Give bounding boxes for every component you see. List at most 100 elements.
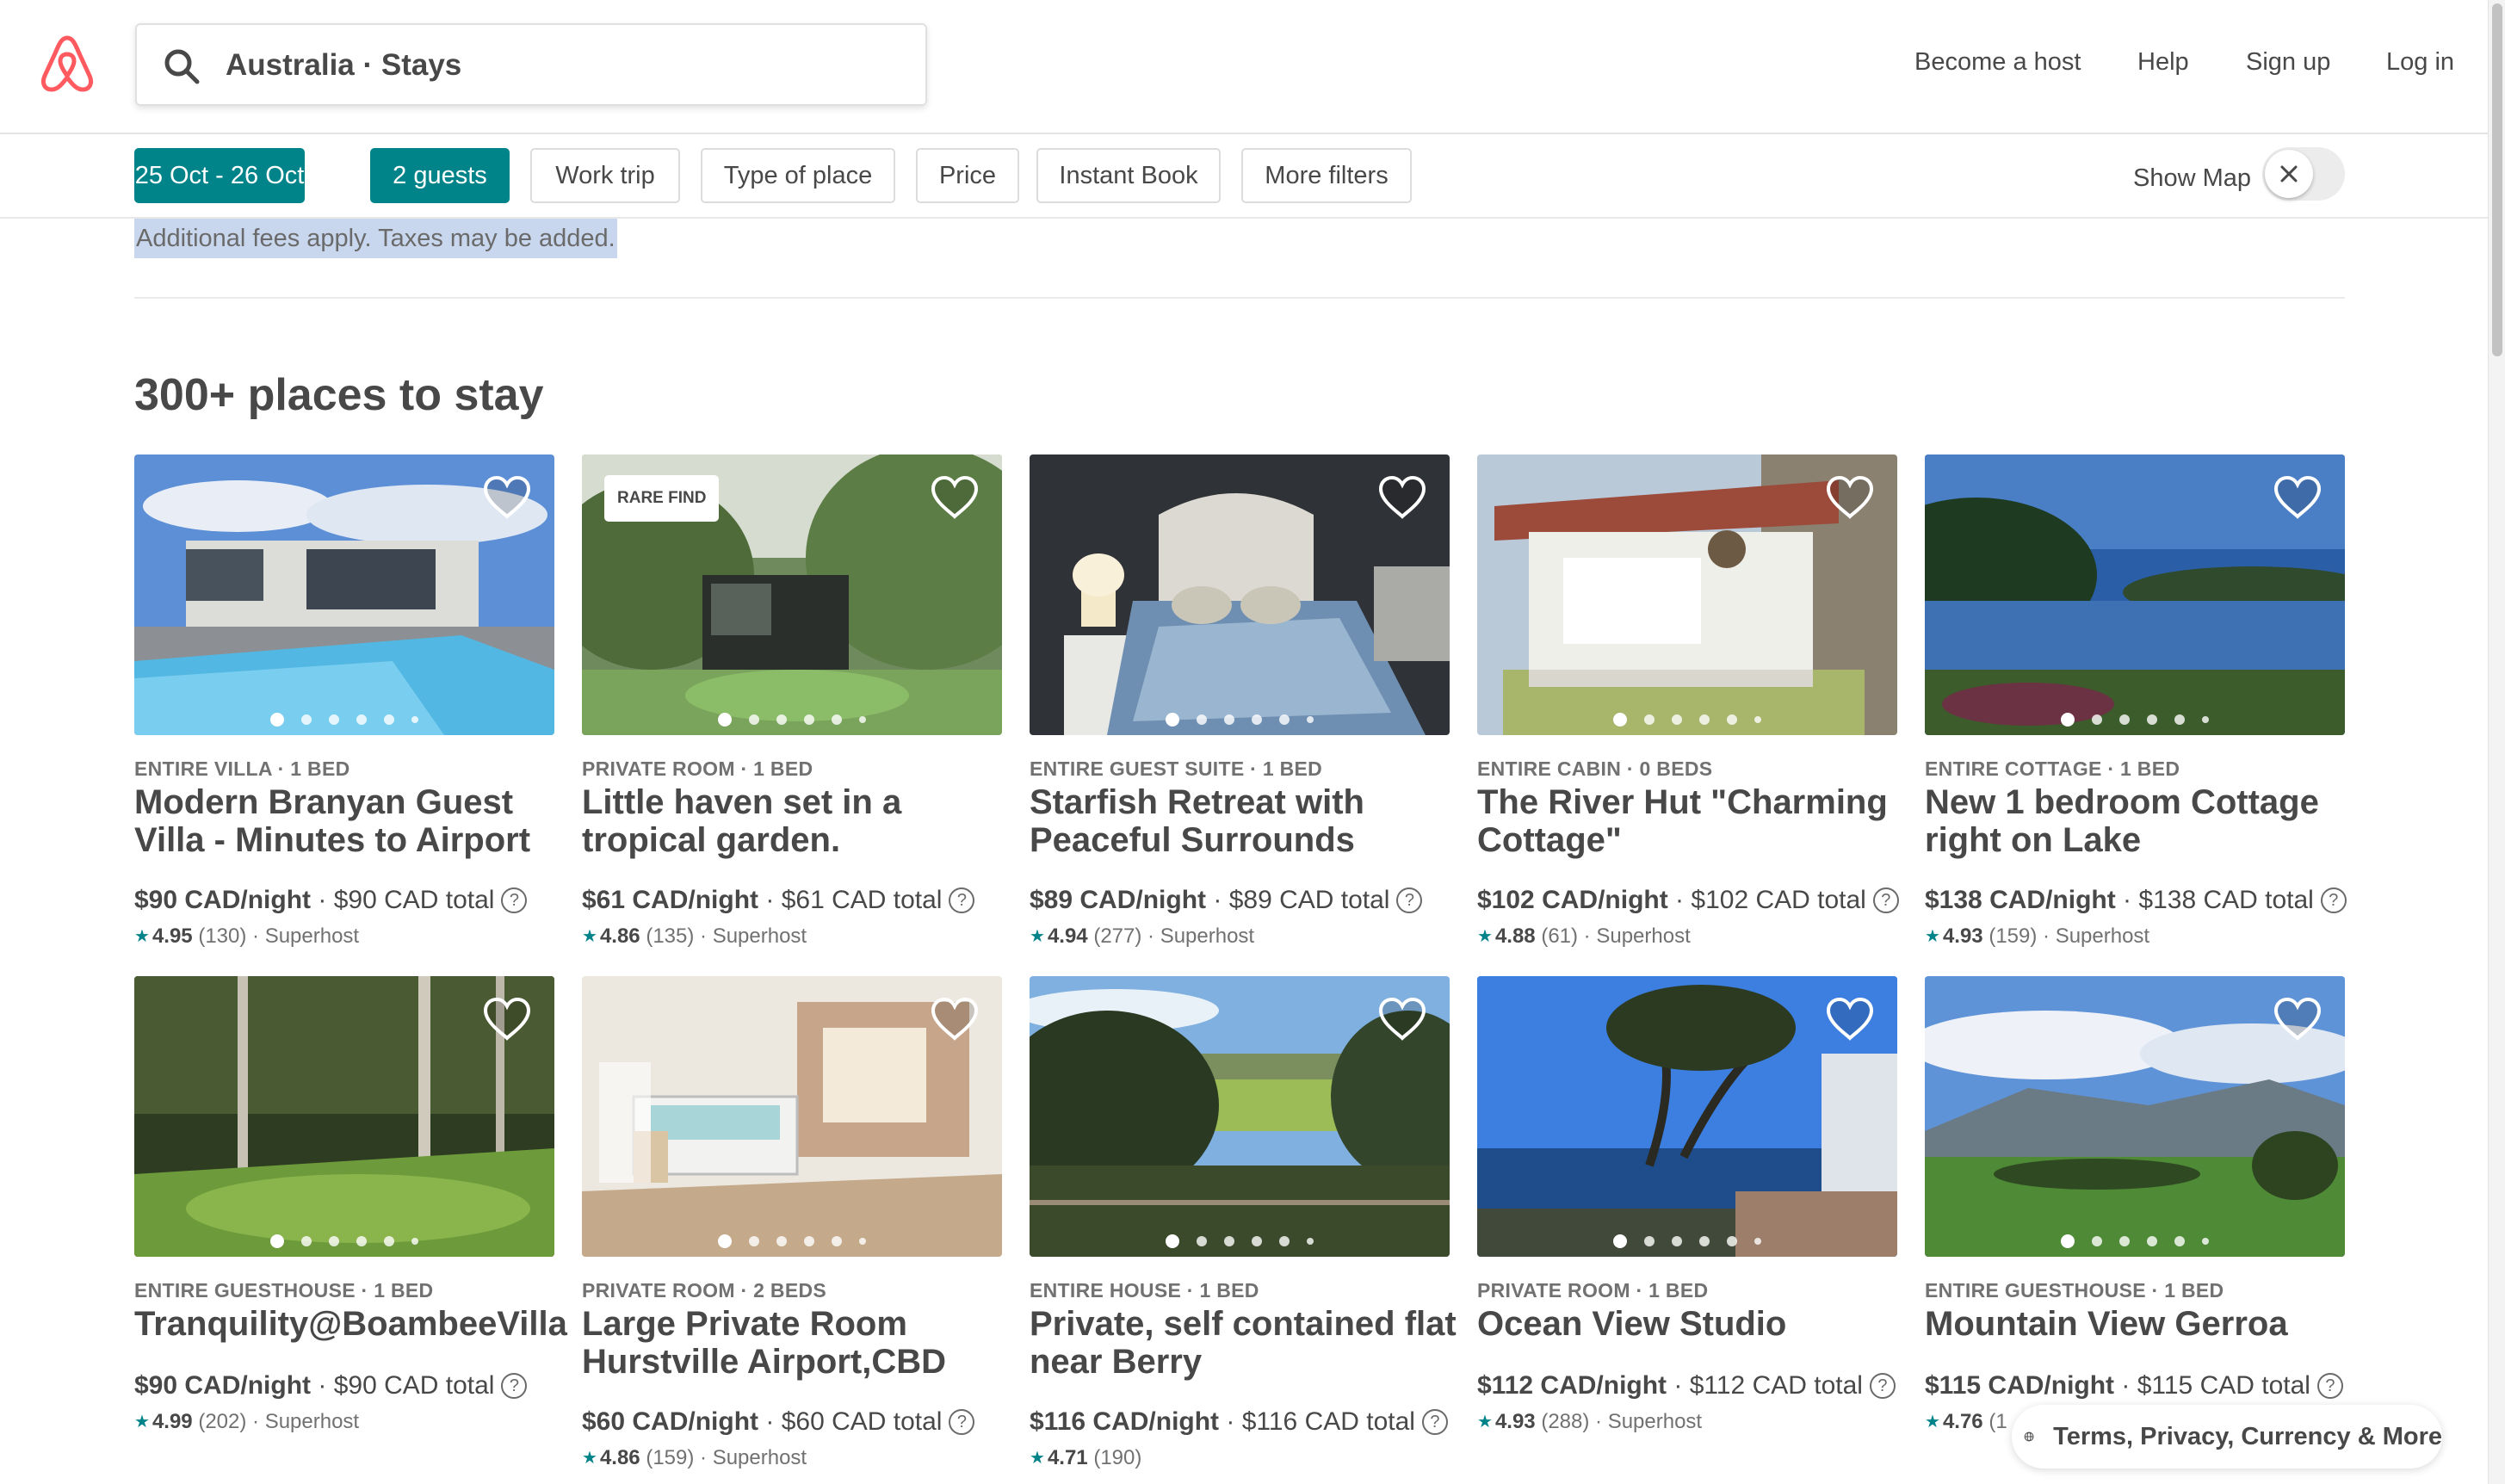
listing-type: PRIVATE ROOM · 1 BED xyxy=(582,757,813,780)
carousel-dots[interactable] xyxy=(134,1234,554,1248)
listing-title[interactable]: New 1 bedroom Cottage right on Lake xyxy=(1925,783,2355,859)
carousel-dots[interactable] xyxy=(582,713,1002,727)
help-link[interactable]: Help xyxy=(2137,45,2189,79)
carousel-dots[interactable] xyxy=(582,1234,1002,1248)
toggle-knob xyxy=(2265,150,2313,198)
heart-icon[interactable] xyxy=(1825,475,1875,520)
help-circle-icon[interactable]: ? xyxy=(501,1373,528,1399)
listing-card[interactable]: ENTIRE VILLA · 1 BED Modern Branyan Gues… xyxy=(134,454,554,948)
listing-card[interactable]: ENTIRE GUEST SUITE · 1 BED Starfish Retr… xyxy=(1030,454,1450,948)
help-circle-icon[interactable]: ? xyxy=(1396,887,1423,913)
guests-filter-button[interactable]: 2 guests xyxy=(370,148,510,203)
listing-rating: ★ 4.76 (1 xyxy=(1925,1408,2007,1436)
carousel-dots[interactable] xyxy=(1030,713,1450,727)
rating-score: 4.93 xyxy=(1942,924,1983,948)
carousel-dots[interactable] xyxy=(134,713,554,727)
total-price: $60 CAD total xyxy=(781,1407,943,1436)
show-map-label: Show Map xyxy=(2133,164,2252,192)
listing-card[interactable]: RARE FIND PRIVATE ROOM · 1 BED Little ha… xyxy=(582,454,1002,948)
listing-type: ENTIRE HOUSE · 1 BED xyxy=(1030,1279,1259,1302)
listing-price: $60 CAD/night · $60 CAD total? xyxy=(582,1405,975,1439)
filter-bar: 25 Oct - 26 Oct 2 guests Work trip Type … xyxy=(0,134,2488,219)
total-price: $115 CAD total xyxy=(2137,1371,2310,1400)
carousel-dots[interactable] xyxy=(1030,1234,1450,1248)
superhost-label: Superhost xyxy=(1160,924,1255,948)
listing-type: ENTIRE GUEST SUITE · 1 BED xyxy=(1030,757,1323,780)
listing-title[interactable]: The River Hut "Charming Cottage" xyxy=(1477,783,1908,859)
heart-icon[interactable] xyxy=(1377,475,1427,520)
listing-rating: ★ 4.93 (159) · Superhost xyxy=(1925,923,2149,950)
total-price: $102 CAD total xyxy=(1691,886,1866,914)
listing-type: ENTIRE GUESTHOUSE · 1 BED xyxy=(134,1279,434,1302)
listing-title[interactable]: Starfish Retreat with Peaceful Surrounds xyxy=(1030,783,1460,859)
instant-book-filter-button[interactable]: Instant Book xyxy=(1036,148,1221,203)
heart-icon[interactable] xyxy=(2273,997,2323,1042)
help-circle-icon[interactable]: ? xyxy=(2316,1373,2343,1399)
rating-score: 4.99 xyxy=(152,1410,193,1433)
nightly-price: $138 CAD/night xyxy=(1925,886,2116,914)
listing-card[interactable]: PRIVATE ROOM · 2 BEDS Large Private Room… xyxy=(582,976,1002,1469)
listing-card[interactable]: PRIVATE ROOM · 1 BED Ocean View Studio $… xyxy=(1477,976,1897,1467)
help-circle-icon[interactable]: ? xyxy=(1872,887,1899,913)
heart-icon[interactable] xyxy=(482,475,532,520)
scrollbar-thumb[interactable] xyxy=(2492,3,2502,356)
terms-privacy-currency-button[interactable]: Terms, Privacy, Currency & More xyxy=(2012,1405,2442,1469)
search-input[interactable]: Australia · Stays xyxy=(135,23,927,106)
carousel-dots[interactable] xyxy=(1477,1234,1897,1248)
sign-up-link[interactable]: Sign up xyxy=(2246,45,2330,79)
listing-card[interactable]: ENTIRE COTTAGE · 1 BED New 1 bedroom Cot… xyxy=(1925,454,2347,948)
listing-card[interactable]: ENTIRE GUESTHOUSE · 1 BED Mountain View … xyxy=(1925,976,2345,1467)
rating-score: 4.94 xyxy=(1047,924,1088,948)
review-count: (159) xyxy=(646,1446,695,1469)
help-circle-icon[interactable]: ? xyxy=(1869,1373,1896,1399)
listing-title[interactable]: Tranquility@BoambeeVilla xyxy=(134,1305,567,1343)
show-map-toggle[interactable] xyxy=(2262,147,2345,201)
listing-card[interactable]: ENTIRE HOUSE · 1 BED Private, self conta… xyxy=(1030,976,1457,1469)
carousel-dots[interactable] xyxy=(1477,713,1897,727)
dates-filter-button[interactable]: 25 Oct - 26 Oct xyxy=(134,148,305,203)
rating-score: 4.71 xyxy=(1047,1446,1088,1469)
listing-rating: ★ 4.88 (61) · Superhost xyxy=(1477,923,1691,950)
listing-title[interactable]: Private, self contained flat near Berry xyxy=(1030,1305,1460,1381)
listing-title[interactable]: Ocean View Studio xyxy=(1477,1305,1908,1343)
review-count: (135) xyxy=(646,924,695,948)
listing-card[interactable]: ENTIRE GUESTHOUSE · 1 BED Tranquility@Bo… xyxy=(134,976,567,1467)
carousel-dots[interactable] xyxy=(1925,1234,2345,1248)
help-circle-icon[interactable]: ? xyxy=(2320,887,2347,913)
heart-icon[interactable] xyxy=(930,475,980,520)
heart-icon[interactable] xyxy=(1825,997,1875,1042)
star-icon: ★ xyxy=(582,1449,597,1468)
total-price: $90 CAD total xyxy=(333,886,495,914)
airbnb-logo-icon[interactable] xyxy=(38,33,96,95)
listing-title[interactable]: Modern Branyan Guest Villa - Minutes to … xyxy=(134,783,565,859)
listing-card[interactable]: ENTIRE CABIN · 0 BEDS The River Hut "Cha… xyxy=(1477,454,1899,948)
heart-icon[interactable] xyxy=(2273,475,2323,520)
carousel-dots[interactable] xyxy=(1925,713,2345,727)
listing-title[interactable]: Large Private Room Hurstville Airport,CB… xyxy=(582,1305,1012,1381)
superhost-label: Superhost xyxy=(1607,1410,1703,1433)
rating-score: 4.95 xyxy=(152,924,193,948)
become-a-host-link[interactable]: Become a host xyxy=(1914,45,2081,79)
footer-link-label: Terms, Privacy, Currency & More xyxy=(2053,1422,2442,1450)
help-circle-icon[interactable]: ? xyxy=(949,887,975,913)
heart-icon[interactable] xyxy=(482,997,532,1042)
star-icon: ★ xyxy=(1477,927,1493,946)
star-icon: ★ xyxy=(1925,1413,1940,1431)
listing-price: $116 CAD/night · $116 CAD total? xyxy=(1030,1405,1448,1439)
log-in-link[interactable]: Log in xyxy=(2386,45,2454,79)
listing-title[interactable]: Mountain View Gerroa xyxy=(1925,1305,2355,1343)
type-of-place-filter-button[interactable]: Type of place xyxy=(701,148,895,203)
listing-title[interactable]: Little haven set in a tropical garden. xyxy=(582,783,1012,859)
heart-icon[interactable] xyxy=(1377,997,1427,1042)
divider xyxy=(134,297,2345,299)
help-circle-icon[interactable]: ? xyxy=(949,1409,975,1435)
price-filter-button[interactable]: Price xyxy=(916,148,1019,203)
total-price: $90 CAD total xyxy=(333,1371,495,1400)
work-trip-filter-button[interactable]: Work trip xyxy=(530,148,680,203)
nightly-price: $60 CAD/night xyxy=(582,1407,759,1436)
help-circle-icon[interactable]: ? xyxy=(1421,1409,1448,1435)
heart-icon[interactable] xyxy=(930,997,980,1042)
more-filters-button[interactable]: More filters xyxy=(1241,148,1412,203)
help-circle-icon[interactable]: ? xyxy=(501,887,528,913)
total-price: $61 CAD total xyxy=(781,886,943,914)
